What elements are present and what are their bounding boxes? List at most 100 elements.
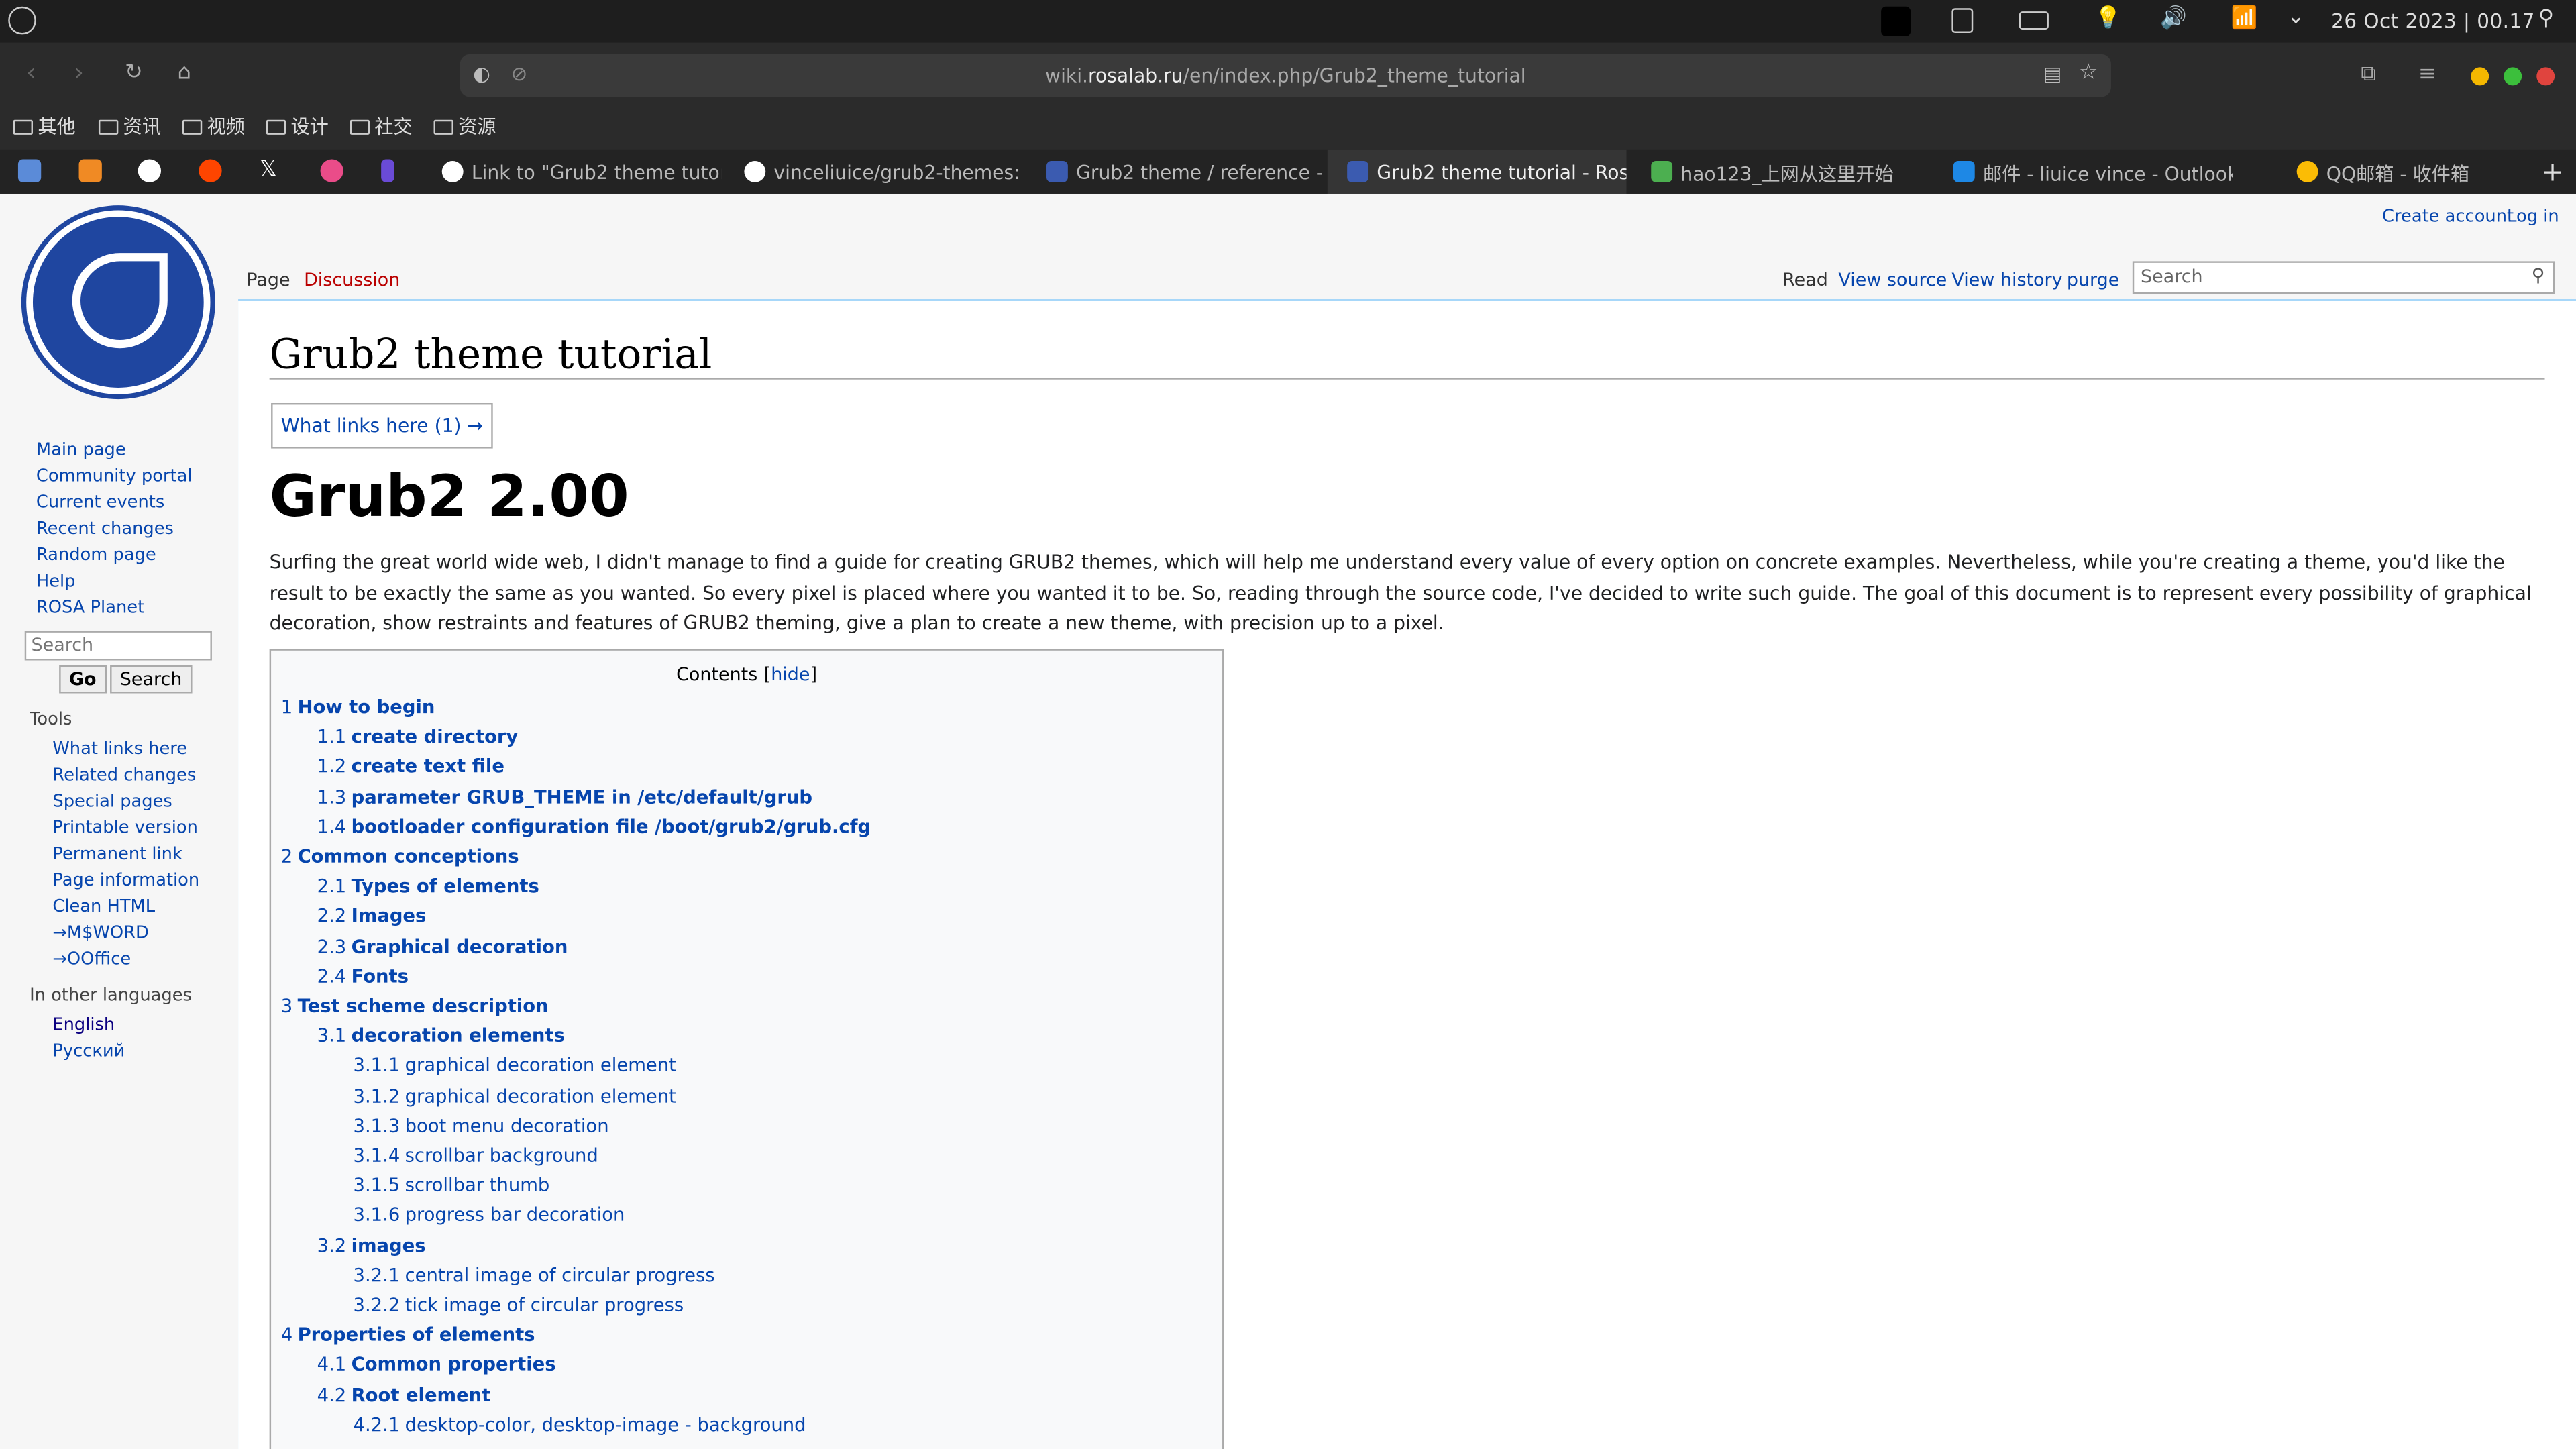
tab-6[interactable]: QQ邮箱 - 收件箱: [2277, 150, 2540, 194]
url-text[interactable]: wiki.rosalab.ru/en/index.php/Grub2_theme…: [460, 64, 2111, 87]
tool-permanent-link[interactable]: Permanent link: [52, 841, 199, 867]
tab-4[interactable]: hao123_上网从这里开始: [1631, 150, 1931, 194]
bookmark-folder-0[interactable]: 其他: [13, 113, 76, 140]
extensions-icon[interactable]: ⧉: [2361, 62, 2376, 87]
bookmark-star-icon[interactable]: ☆: [2079, 61, 2098, 86]
toc-item[interactable]: 1.2 create text file: [317, 756, 504, 777]
toc-item[interactable]: 4.1 Common properties: [317, 1354, 556, 1376]
bookmark-folder-5[interactable]: 资源: [433, 113, 496, 140]
go-button[interactable]: Go: [59, 665, 107, 694]
toc-item[interactable]: 2.2 Images: [317, 906, 427, 927]
tab-view-source[interactable]: View source: [1838, 270, 1947, 291]
toc-item[interactable]: 3.2 images: [317, 1235, 426, 1256]
tab-view-history[interactable]: View history: [1951, 270, 2062, 291]
lang-english[interactable]: English: [52, 1012, 125, 1038]
proxy-app-icon[interactable]: [1881, 6, 1911, 36]
search-icon[interactable]: ⚲: [2538, 7, 2554, 32]
back-icon[interactable]: ‹: [26, 60, 36, 86]
toc-item[interactable]: 4.2 Root element: [317, 1385, 491, 1406]
url-bar[interactable]: ◐ ⊘ wiki.rosalab.ru/en/index.php/Grub2_t…: [460, 54, 2111, 97]
toc-item[interactable]: 1.3 parameter GRUB_THEME in /etc/default/…: [317, 786, 812, 808]
pinned-tab-weather-icon[interactable]: [17, 159, 42, 182]
tool-ooffice[interactable]: →OOffice: [52, 947, 199, 973]
tool-msword[interactable]: →M$WORD: [52, 920, 199, 946]
tool-page-information[interactable]: Page information: [52, 867, 199, 894]
toc-item[interactable]: 2.1 Types of elements: [317, 876, 539, 898]
toc-item[interactable]: 3.1.3 boot menu decoration: [354, 1115, 609, 1136]
toc-item[interactable]: 3.1.4 scrollbar background: [354, 1145, 598, 1167]
wifi-icon[interactable]: 📶: [2231, 7, 2258, 32]
sidebar-recent-changes[interactable]: Recent changes: [36, 516, 193, 542]
tool-related-changes[interactable]: Related changes: [52, 762, 199, 788]
pinned-tab-x-icon[interactable]: 𝕏: [260, 158, 282, 182]
toc-item[interactable]: 4.2.1 desktop-color, desktop-image - back…: [354, 1414, 806, 1436]
clock[interactable]: 26 Oct 2023 | 00.17: [2331, 10, 2535, 33]
tab-5[interactable]: 邮件 - liuice vince - Outlook: [1933, 150, 2233, 194]
toc-item[interactable]: 3.1.2 graphical decoration element: [354, 1085, 676, 1107]
lang-russian[interactable]: Русский: [52, 1038, 125, 1065]
reader-mode-icon[interactable]: ▤: [2043, 62, 2062, 85]
tab-3-active[interactable]: Grub2 theme tutorial - Rosa: [1327, 149, 1627, 194]
toc-item[interactable]: 2 Common conceptions: [281, 846, 519, 867]
sidebar-rosa-planet[interactable]: ROSA Planet: [36, 595, 193, 621]
menu-icon[interactable]: ≡: [2418, 62, 2436, 87]
sidebar-help[interactable]: Help: [36, 568, 193, 594]
pinned-tab-p-icon[interactable]: [78, 159, 102, 182]
forward-icon[interactable]: ›: [74, 60, 84, 86]
search-icon[interactable]: ⚲: [2532, 264, 2545, 286]
what-links-here-button[interactable]: What links here (1) →: [271, 402, 493, 449]
toc-item[interactable]: 3.1.1 graphical decoration element: [354, 1055, 676, 1077]
chevron-down-icon[interactable]: ⌄: [2287, 5, 2305, 30]
keyboard-icon[interactable]: [2019, 11, 2049, 30]
bookmark-folder-1[interactable]: 资讯: [98, 113, 161, 140]
toc-item[interactable]: 2.3 Graphical decoration: [317, 936, 568, 957]
log-in-link[interactable]: Log in: [2507, 207, 2559, 227]
pinned-tab-f-icon[interactable]: [381, 159, 394, 182]
sidebar-random-page[interactable]: Random page: [36, 542, 193, 568]
sidebar-current-events[interactable]: Current events: [36, 490, 193, 516]
toc-item[interactable]: 3.1.5 scrollbar thumb: [354, 1175, 550, 1196]
toc-item[interactable]: 1 How to begin: [281, 696, 435, 718]
top-search-input[interactable]: Search ⚲: [2132, 261, 2555, 294]
rosa-logo[interactable]: [26, 210, 211, 394]
home-icon[interactable]: ⌂: [177, 61, 191, 86]
maximize-button[interactable]: [2504, 67, 2522, 86]
pinned-tab-reddit-icon[interactable]: [199, 159, 222, 182]
pinned-tab-dribbble-icon[interactable]: [320, 159, 343, 182]
close-button[interactable]: [2536, 67, 2555, 86]
toc-item[interactable]: 3.1 decoration elements: [317, 1026, 565, 1047]
toc-item[interactable]: 1.4 bootloader configuration file /boot/g…: [317, 816, 871, 838]
sidebar-community-portal[interactable]: Community portal: [36, 464, 193, 490]
system-logo-icon[interactable]: [8, 6, 36, 35]
tab-purge[interactable]: purge: [2067, 270, 2119, 291]
tab-read[interactable]: Read: [1782, 270, 1828, 291]
pinned-tab-github-icon[interactable]: [138, 159, 162, 182]
tab-page[interactable]: Page: [246, 270, 290, 291]
search-button[interactable]: Search: [110, 665, 193, 694]
volume-icon[interactable]: 🔊: [2160, 7, 2187, 32]
toc-item[interactable]: 2.4 Fonts: [317, 966, 409, 987]
reload-icon[interactable]: ↻: [125, 61, 143, 86]
tool-clean-html[interactable]: Clean HTML: [52, 894, 199, 920]
tab-2[interactable]: Grub2 theme / reference - F: [1027, 150, 1326, 194]
clipboard-icon[interactable]: [1951, 8, 1974, 33]
tab-0[interactable]: Link to "Grub2 theme tutor: [422, 150, 721, 194]
toc-hide-link[interactable]: hide: [771, 663, 810, 685]
minimize-button[interactable]: [2471, 67, 2489, 86]
toc-item[interactable]: 3.2.1 central image of circular progress: [354, 1265, 715, 1286]
bookmark-folder-3[interactable]: 设计: [266, 113, 329, 140]
sidebar-main-page[interactable]: Main page: [36, 437, 193, 463]
tab-1[interactable]: vinceliuice/grub2-themes:: [724, 150, 1024, 194]
toc-item[interactable]: 3.2.2 tick image of circular progress: [354, 1295, 684, 1316]
sidebar-search-input[interactable]: Search: [24, 631, 212, 661]
bulb-icon[interactable]: 💡: [2094, 7, 2121, 32]
new-tab-icon[interactable]: +: [2542, 156, 2564, 188]
tool-what-links-here[interactable]: What links here: [52, 736, 199, 762]
toc-item[interactable]: 3.1.6 progress bar decoration: [354, 1205, 625, 1226]
toc-item[interactable]: 1.1 create directory: [317, 727, 519, 748]
bookmark-folder-4[interactable]: 社交: [350, 113, 413, 140]
toc-item[interactable]: 4 Properties of elements: [281, 1324, 535, 1346]
tool-printable-version[interactable]: Printable version: [52, 815, 199, 841]
bookmark-folder-2[interactable]: 视频: [182, 113, 245, 140]
toc-item[interactable]: 3 Test scheme description: [281, 996, 549, 1017]
